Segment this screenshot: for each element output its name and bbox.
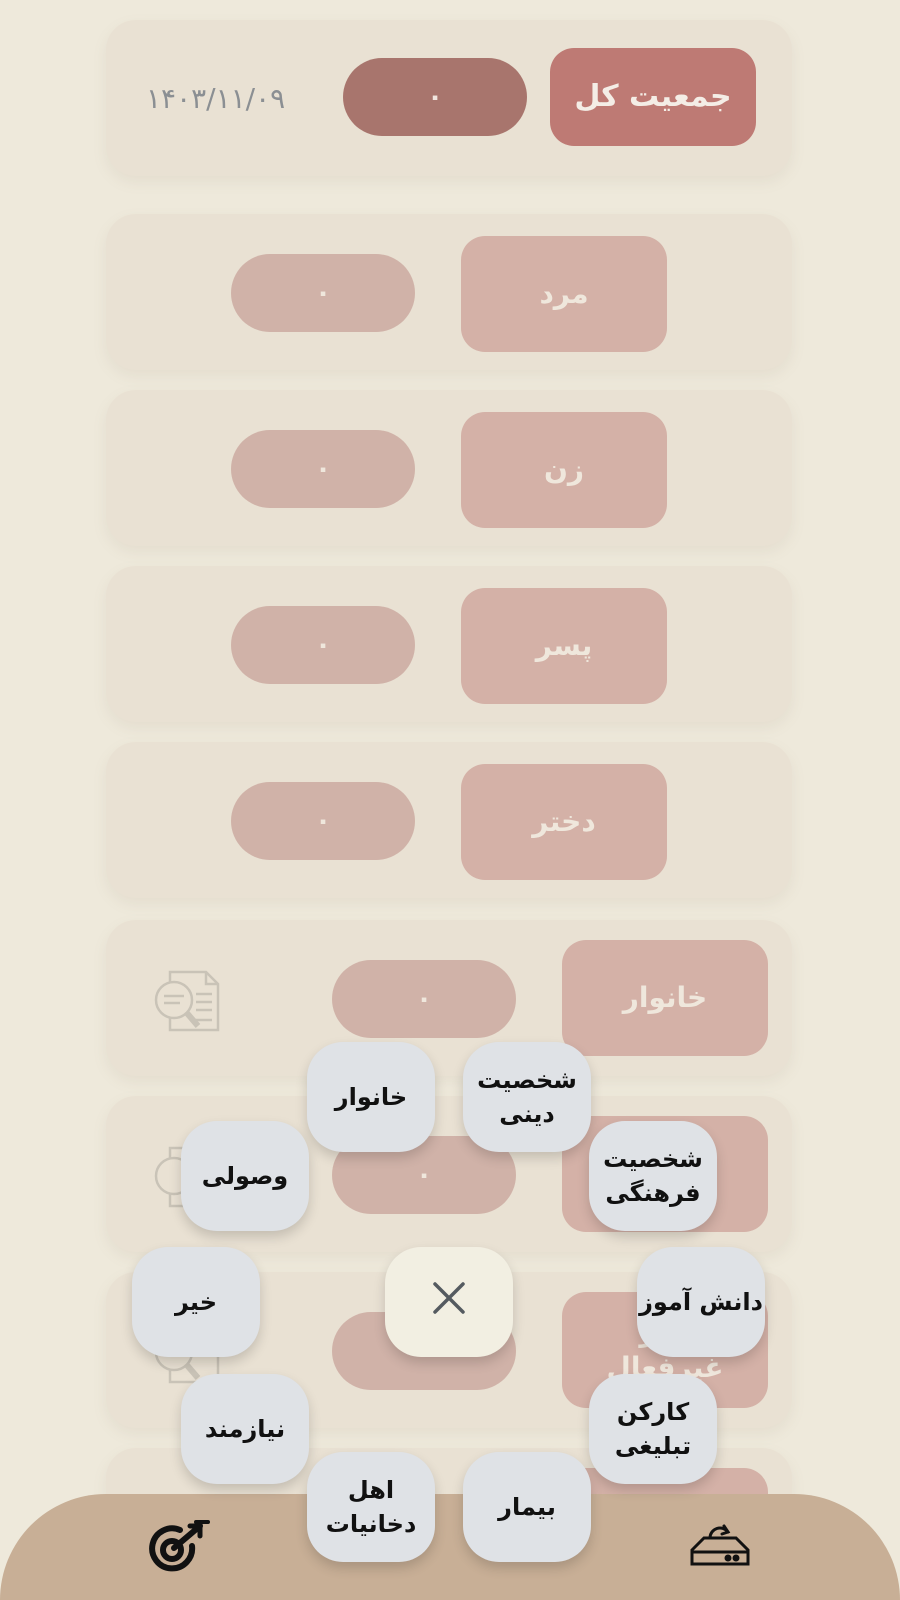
fab-sick[interactable]: بیمار	[463, 1452, 591, 1562]
row-male: مرد ۰	[106, 214, 792, 370]
fab-promo-worker[interactable]: کارکن تبلیغی	[589, 1374, 717, 1484]
row-label[interactable]: مرد	[461, 236, 667, 352]
row-label[interactable]: زن	[461, 412, 667, 528]
fab-needy[interactable]: نیازمند	[181, 1374, 309, 1484]
bottom-nav-bar	[0, 1494, 900, 1600]
fab-religious-figure[interactable]: شخصیت دینی	[463, 1042, 591, 1152]
row-label[interactable]: دختر	[461, 764, 667, 880]
fab-student[interactable]: دانش آموز	[637, 1247, 765, 1357]
row-household: خانوار ۰	[106, 920, 792, 1076]
row-female: زن ۰	[106, 390, 792, 546]
document-search-icon[interactable]	[150, 968, 222, 1034]
row-count: ۰	[231, 430, 415, 508]
target-icon[interactable]	[146, 1520, 212, 1580]
row-label[interactable]: خانوار	[562, 940, 768, 1056]
row-count: ۰	[231, 606, 415, 684]
row-count: ۰	[231, 254, 415, 332]
row-boy: پسر ۰	[106, 566, 792, 722]
row-count: ۰	[332, 960, 516, 1038]
fab-family[interactable]: خانوار	[307, 1042, 435, 1152]
row-count: ۰	[231, 782, 415, 860]
row-girl: دختر ۰	[106, 742, 792, 898]
fab-smokers[interactable]: اهل دخانیات	[307, 1452, 435, 1562]
fab-close-button[interactable]	[385, 1247, 513, 1357]
cloud-sync-icon[interactable]	[688, 1524, 752, 1572]
total-population-card: جمعیت کل ۰ ۱۴۰۳/۱۱/۰۹	[106, 20, 792, 176]
total-population-label[interactable]: جمعیت کل	[550, 48, 756, 146]
date-text: ۱۴۰۳/۱۱/۰۹	[146, 82, 286, 115]
total-population-count: ۰	[343, 58, 527, 136]
fab-charity[interactable]: خیر	[132, 1247, 260, 1357]
close-icon	[431, 1280, 467, 1325]
fab-collection[interactable]: وصولی	[181, 1121, 309, 1231]
row-label[interactable]: پسر	[461, 588, 667, 704]
fab-cultural-figure[interactable]: شخصیت فرهنگی	[589, 1121, 717, 1231]
